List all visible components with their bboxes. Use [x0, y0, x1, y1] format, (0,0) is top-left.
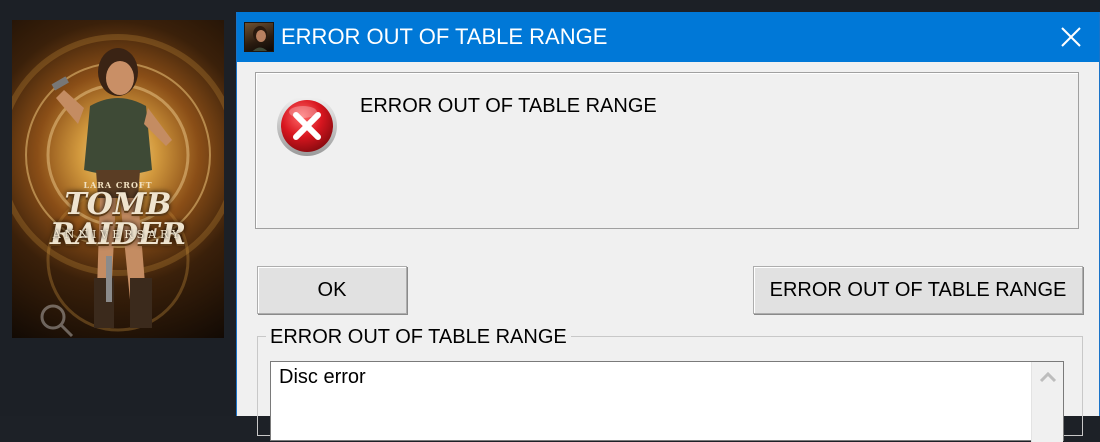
- game-cover-art[interactable]: LARA CROFT TOMB RAIDER ANNIVERSARY: [12, 20, 224, 338]
- cover-logo-title: TOMB RAIDER: [49, 187, 187, 252]
- details-group-label: ERROR OUT OF TABLE RANGE: [266, 326, 571, 349]
- search-icon: [36, 300, 76, 338]
- error-message: ERROR OUT OF TABLE RANGE: [360, 95, 657, 117]
- message-panel: ERROR OUT OF TABLE RANGE: [255, 72, 1079, 229]
- details-groupbox: ERROR OUT OF TABLE RANGE Disc error: [257, 326, 1083, 442]
- ok-button[interactable]: OK: [257, 266, 407, 314]
- details-scrollbar[interactable]: [1031, 362, 1063, 442]
- scroll-up-button[interactable]: [1032, 362, 1064, 392]
- error-dialog: ERROR OUT OF TABLE RANGE ERROR OUT OF TA…: [236, 12, 1100, 442]
- close-icon: [1061, 27, 1081, 47]
- dialog-title: ERROR OUT OF TABLE RANGE: [281, 24, 608, 49]
- details-textbox[interactable]: Disc error: [270, 361, 1064, 442]
- error-icon: [276, 95, 338, 157]
- close-button[interactable]: [1043, 12, 1099, 62]
- chevron-up-icon: [1039, 371, 1057, 383]
- dialog-titlebar[interactable]: ERROR OUT OF TABLE RANGE: [237, 12, 1099, 62]
- details-text: Disc error: [279, 366, 366, 388]
- details-button[interactable]: ERROR OUT OF TABLE RANGE: [753, 266, 1083, 314]
- lara-croft-app-icon: [244, 22, 274, 52]
- cover-logo-subtitle: ANNIVERSARY: [52, 228, 184, 241]
- cover-illustration: [12, 34, 224, 332]
